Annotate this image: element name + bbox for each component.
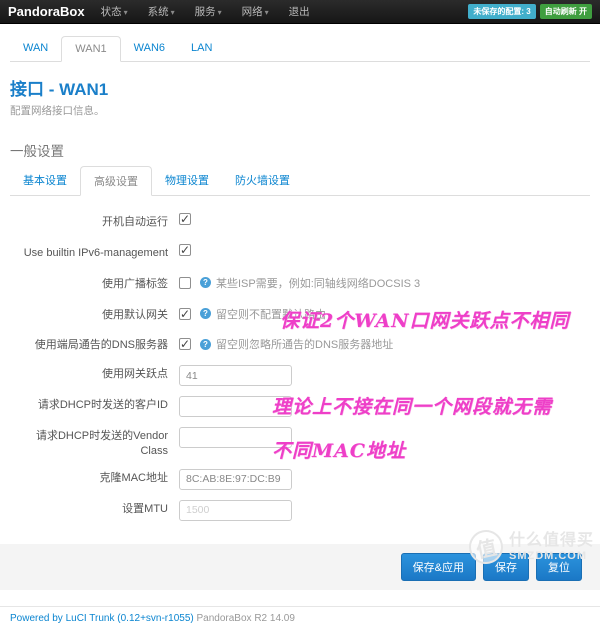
ipv6-management-checkbox[interactable] xyxy=(179,243,191,257)
settings-tabs: 基本设置 高级设置 物理设置 防火墙设置 xyxy=(10,166,590,196)
field-description: 某些ISP需要，例如:同轴线网络DOCSIS 3 xyxy=(216,277,421,290)
default-gateway-checkbox[interactable] xyxy=(179,307,191,321)
help-icon: ? xyxy=(200,277,211,289)
form-row-clone-mac: 克隆MAC地址 xyxy=(0,464,600,495)
field-label: 请求DHCP时发送的Vendor Class xyxy=(35,430,168,458)
app-brand: PandoraBox xyxy=(8,4,85,19)
field-label: 使用广播标签 xyxy=(102,277,168,290)
save-button[interactable]: 保存 xyxy=(483,552,529,581)
reset-button[interactable]: 复位 xyxy=(536,552,582,581)
advanced-settings-form: 开机自动运行 Use builtin IPv6-management 使用广播标… xyxy=(0,196,600,530)
tab-firewall-settings[interactable]: 防火墙设置 xyxy=(222,166,303,196)
tab-wan1[interactable]: WAN1 xyxy=(61,36,121,62)
annotation-mac-note-line2: 不同MAC地址 xyxy=(272,440,406,462)
form-row-autostart: 开机自动运行 xyxy=(0,206,600,237)
tab-physical-settings[interactable]: 物理设置 xyxy=(152,166,222,196)
nav-menu-logout[interactable]: 退出 xyxy=(289,4,310,19)
tab-wan[interactable]: WAN xyxy=(10,36,61,62)
top-navbar: PandoraBox 状态 ▾ 系统 ▾ 服务 ▾ 网络 ▾ 退出 未保存的配置: 3 … xyxy=(0,0,600,24)
autostart-checkbox[interactable] xyxy=(179,212,191,226)
nav-menu-network[interactable]: 网络 ▾ xyxy=(242,4,269,19)
field-label: 开机自动运行 xyxy=(102,216,168,228)
nav-menu-status[interactable]: 状态 ▾ xyxy=(101,4,128,19)
field-label: 使用端局通告的DNS服务器 xyxy=(34,339,168,352)
field-label: 克隆MAC地址 xyxy=(99,471,168,484)
luci-footer-link[interactable]: Powered by LuCI Trunk (0.12+svn-r1055) xyxy=(10,613,194,624)
broadcast-flag-checkbox[interactable] xyxy=(179,276,191,289)
navbar-badges: 未保存的配置: 3 自动刷新 开 xyxy=(468,4,592,19)
nav-menu-services[interactable]: 服务 ▾ xyxy=(195,4,222,19)
form-action-bar: 保存&应用 保存 复位 xyxy=(0,543,600,590)
form-row-peer-dns: 使用端局通告的DNS服务器 ? 留空则忽略所通告的DNS服务器地址 xyxy=(0,329,600,360)
mtu-input[interactable] xyxy=(179,499,292,521)
chevron-down-icon: ▾ xyxy=(170,8,175,17)
tab-lan[interactable]: LAN xyxy=(178,36,225,62)
field-label: 设置MTU xyxy=(122,502,168,515)
form-row-broadcast-flag: 使用广播标签 ? 某些ISP需要，例如:同轴线网络DOCSIS 3 xyxy=(0,268,600,299)
tab-general-settings[interactable]: 基本设置 xyxy=(10,166,80,196)
peer-dns-checkbox[interactable] xyxy=(179,337,191,351)
field-description: 留空则忽略所通告的DNS服务器地址 xyxy=(216,339,394,352)
form-row-ipv6-management: Use builtin IPv6-management xyxy=(0,237,600,268)
form-row-mtu: 设置MTU xyxy=(0,495,600,526)
help-icon: ? xyxy=(200,338,211,350)
field-label: 使用默认网关 xyxy=(102,308,168,321)
nav-menu-system[interactable]: 系统 ▾ xyxy=(148,4,175,19)
tab-advanced-settings[interactable]: 高级设置 xyxy=(80,166,152,196)
gateway-metric-input[interactable] xyxy=(179,365,292,387)
page-subtitle: 配置网络接口信息。 xyxy=(10,105,105,117)
clone-mac-input[interactable] xyxy=(179,468,292,490)
tab-wan6[interactable]: WAN6 xyxy=(121,36,178,62)
annotation-gateway-metric-note: 保证2个WAN口网关跃点不相同 xyxy=(280,310,570,332)
section-legend: 一般设置 xyxy=(10,144,64,159)
form-row-gateway-metric: 使用网关跃点 xyxy=(0,360,600,391)
interface-tabs: WAN WAN1 WAN6 LAN xyxy=(10,36,590,62)
page-footer: Powered by LuCI Trunk (0.12+svn-r1055) P… xyxy=(0,605,600,630)
help-icon: ? xyxy=(200,308,211,320)
field-label: 请求DHCP时发送的客户ID xyxy=(37,399,168,412)
field-label: 使用网关跃点 xyxy=(102,368,168,381)
chevron-down-icon: ▾ xyxy=(264,8,269,17)
annotation-mac-note-line1: 理论上不接在同一个网段就无需 xyxy=(272,396,553,418)
chevron-down-icon: ▾ xyxy=(217,8,222,17)
field-label: Use builtin IPv6-management xyxy=(23,246,168,259)
page-title: 接口 - WAN1 xyxy=(10,80,109,99)
auto-refresh-badge[interactable]: 自动刷新 开 xyxy=(539,4,592,19)
save-apply-button[interactable]: 保存&应用 xyxy=(400,552,476,581)
unsaved-changes-badge[interactable]: 未保存的配置: 3 xyxy=(468,4,536,19)
firmware-version-text: PandoraBox R2 14.09 xyxy=(193,612,295,624)
chevron-down-icon: ▾ xyxy=(123,8,128,17)
